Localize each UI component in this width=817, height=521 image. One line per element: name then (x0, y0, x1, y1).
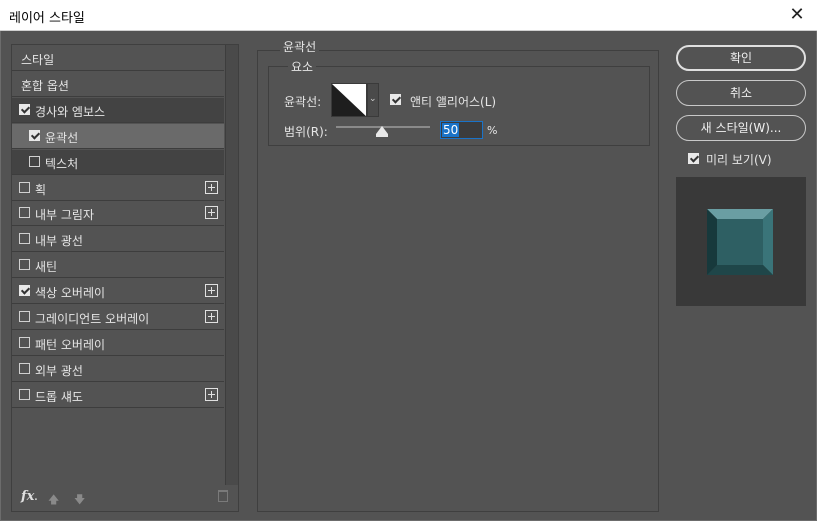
style-checkbox[interactable] (19, 388, 30, 400)
style-checkbox[interactable] (19, 336, 30, 348)
style-item-label: 외부 광선 (35, 363, 83, 378)
style-item[interactable]: 경사와 엠보스 (12, 97, 224, 123)
style-item-label: 내부 그림자 (35, 208, 95, 223)
range-unit: % (487, 124, 498, 137)
anti-alias-label[interactable]: 앤티 앨리어스(L) (410, 93, 496, 110)
style-item[interactable]: 혼합 옵션 (12, 72, 224, 97)
bevel-bottom (707, 265, 773, 275)
style-checkbox[interactable] (19, 181, 30, 193)
style-item-label: 스타일 (21, 53, 55, 67)
styles-scrollbar[interactable] (225, 45, 238, 485)
add-effect-icon[interactable] (205, 284, 218, 298)
style-item[interactable]: 색상 오버레이 (12, 279, 224, 305)
chevron-down-icon: ⌄ (369, 94, 377, 104)
style-item[interactable]: 새틴 (12, 253, 224, 279)
preview-label[interactable]: 미리 보기(V) (706, 151, 772, 168)
bevel-right (763, 209, 773, 275)
styles-bottom-bar: fx. 🡅 🡇 (12, 485, 238, 511)
style-item-label: 윤곽선 (45, 130, 79, 145)
fx-icon[interactable]: fx. (21, 489, 37, 504)
style-item-label: 혼합 옵션 (21, 78, 69, 93)
trash-icon[interactable] (218, 490, 228, 502)
preview-thumbnail (707, 209, 773, 275)
section-title: 윤곽선 (280, 38, 320, 55)
range-label: 범위(R): (284, 125, 328, 139)
range-slider-handle[interactable] (376, 126, 388, 134)
styles-panel: 스타일혼합 옵션경사와 엠보스윤곽선텍스처획내부 그림자내부 광선새틴색상 오버… (11, 44, 239, 512)
style-item-label: 색상 오버레이 (35, 286, 106, 301)
bevel-face (717, 219, 763, 265)
style-checkbox[interactable] (19, 233, 30, 245)
window-title: 레이어 스타일 (9, 11, 85, 26)
style-item[interactable]: 내부 광선 (12, 227, 224, 253)
ok-button[interactable]: 확인 (676, 45, 806, 71)
range-value: 50 (442, 123, 460, 137)
style-checkbox[interactable] (19, 285, 30, 297)
style-item-label: 드롭 섀도 (35, 389, 83, 404)
style-item[interactable]: 드롭 섀도 (12, 383, 224, 408)
add-effect-icon[interactable] (205, 387, 218, 401)
style-checkbox[interactable] (19, 259, 30, 271)
contour-dropdown[interactable]: ⌄ (367, 83, 379, 117)
style-item-label: 내부 광선 (35, 234, 83, 249)
new-style-button[interactable]: 새 스타일(W)... (676, 115, 806, 141)
bevel-left (707, 209, 717, 275)
bevel-top (707, 209, 773, 219)
style-checkbox[interactable] (19, 311, 30, 322)
style-item-label: 새틴 (35, 260, 58, 275)
style-item[interactable]: 텍스처 (12, 149, 224, 175)
close-icon[interactable]: ✕ (777, 0, 817, 31)
add-effect-icon[interactable] (205, 180, 218, 194)
style-checkbox[interactable] (19, 207, 30, 219)
style-item[interactable]: 내부 그림자 (12, 201, 224, 227)
range-input[interactable]: 50 (440, 121, 483, 139)
contour-curve-icon (332, 84, 366, 116)
move-down-icon[interactable]: 🡇 (74, 491, 85, 510)
style-item[interactable]: 외부 광선 (12, 357, 224, 382)
title-bar: 레이어 스타일 ✕ (0, 0, 817, 31)
style-item[interactable]: 윤곽선 (12, 123, 224, 149)
style-item[interactable]: 스타일 (12, 46, 224, 71)
style-item[interactable]: 패턴 오버레이 (12, 331, 224, 356)
styles-list: 스타일혼합 옵션경사와 엠보스윤곽선텍스처획내부 그림자내부 광선새틴색상 오버… (12, 45, 238, 485)
style-checkbox[interactable] (19, 362, 30, 374)
style-item[interactable]: 획 (12, 176, 224, 201)
style-item-label: 획 (35, 182, 47, 197)
range-slider-handle-base[interactable] (376, 134, 388, 137)
contour-picker[interactable] (331, 83, 367, 117)
add-effect-icon[interactable] (205, 310, 218, 323)
style-item[interactable]: 그레이디언트 오버레이 (12, 305, 224, 330)
style-checkbox[interactable] (19, 103, 30, 115)
add-effect-icon[interactable] (205, 206, 218, 220)
style-checkbox[interactable] (29, 155, 40, 167)
style-item-label: 그레이디언트 오버레이 (35, 312, 150, 326)
cancel-button[interactable]: 취소 (676, 80, 806, 106)
contour-label: 윤곽선: (284, 95, 322, 109)
style-item-label: 패턴 오버레이 (35, 337, 106, 352)
anti-alias-checkbox[interactable] (390, 94, 401, 105)
style-item-label: 텍스처 (45, 156, 79, 171)
style-item-label: 경사와 엠보스 (35, 104, 106, 119)
move-up-icon[interactable]: 🡅 (48, 491, 59, 510)
style-checkbox[interactable] (29, 129, 40, 141)
group-title: 요소 (288, 58, 317, 75)
preview-checkbox[interactable] (688, 153, 699, 164)
